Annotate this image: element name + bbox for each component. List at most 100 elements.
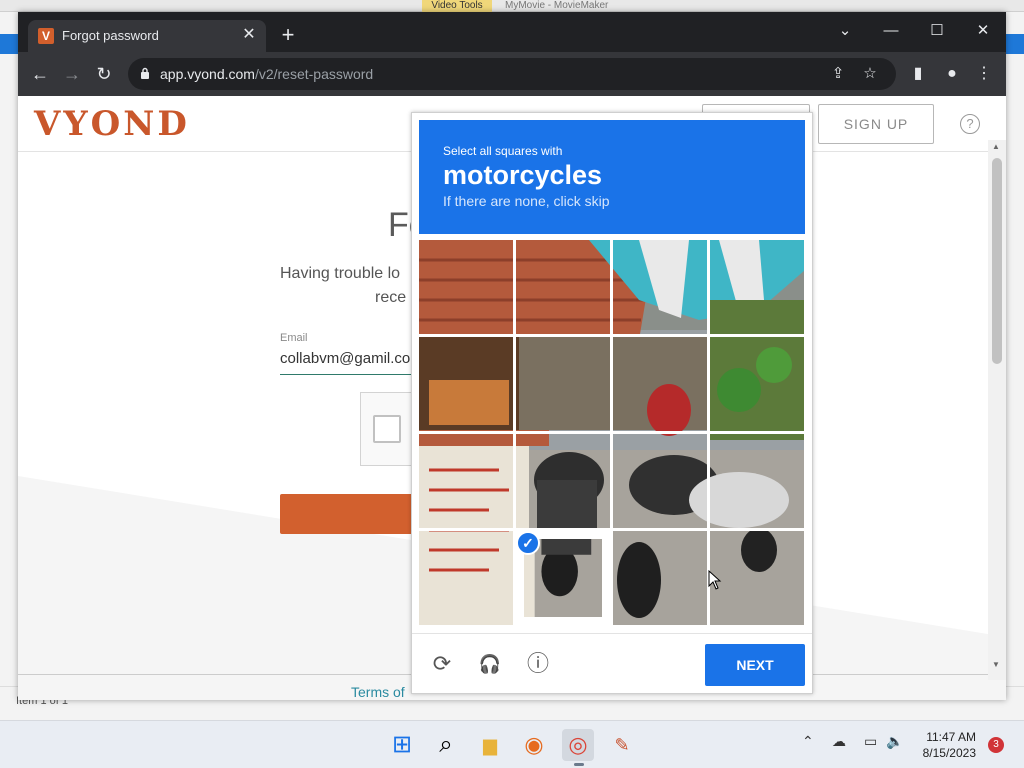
- lock-icon: [141, 67, 149, 79]
- profile-icon[interactable]: ●: [940, 62, 964, 86]
- terms-link[interactable]: Terms of: [351, 684, 405, 700]
- new-tab-button[interactable]: +: [276, 24, 300, 48]
- scroll-down-icon[interactable]: ▼: [992, 660, 1000, 669]
- captcha-footer: ⟳ 🎧 ⓘ NEXT: [412, 633, 812, 693]
- email-label: Email: [280, 332, 308, 344]
- windows-taskbar: ⊞ ⌕ ▆ ◉ ◎ ✎ ⌃ ☁ ▭ 🔈 11:47 AM 8/15/2023 3: [0, 720, 1024, 768]
- captcha-tile[interactable]: [419, 337, 513, 431]
- captcha-tile-image: [710, 531, 804, 625]
- maximize-button[interactable]: ☐: [922, 18, 952, 44]
- desktop-right-strip: [1006, 12, 1024, 720]
- onedrive-cloud-icon[interactable]: ☁: [832, 733, 846, 750]
- speaker-icon[interactable]: 🔈: [886, 733, 903, 750]
- captcha-tile[interactable]: [710, 337, 804, 431]
- search-icon[interactable]: ⌕: [430, 729, 462, 761]
- tab-strip: V Forgot password ✕ + ⌄ — ☐ ✕: [18, 12, 1006, 52]
- scroll-up-icon[interactable]: ▲: [992, 142, 1000, 151]
- chrome-taskbar-icon[interactable]: ◎: [562, 729, 594, 761]
- tab-close-icon[interactable]: ✕: [240, 26, 258, 44]
- share-icon[interactable]: ⇪: [828, 64, 848, 84]
- tab-title: Forgot password: [62, 28, 159, 43]
- back-button[interactable]: ←: [28, 62, 52, 86]
- captcha-tile[interactable]: [516, 240, 610, 334]
- help-icon[interactable]: ?: [960, 114, 980, 134]
- refresh-icon[interactable]: ⟳: [428, 650, 456, 678]
- next-button[interactable]: NEXT: [705, 644, 805, 686]
- captcha-tile-image: [710, 240, 804, 334]
- captcha-tile-image: [419, 337, 513, 431]
- scroll-thumb[interactable]: [992, 158, 1002, 364]
- tile-selected-check-icon: ✓: [516, 531, 540, 555]
- taskbar-clock[interactable]: 11:47 AM 8/15/2023: [908, 729, 976, 761]
- captcha-tile-image: [710, 337, 804, 431]
- url-text: app.vyond.com/v2/reset-password: [160, 66, 373, 82]
- captcha-tile-image: [419, 434, 513, 528]
- captcha-tile-image: [419, 531, 513, 625]
- network-icon[interactable]: ▭: [864, 733, 877, 750]
- desktop-ribbon: Video Tools MyMovie - MovieMaker: [0, 0, 1024, 12]
- bookmark-star-icon[interactable]: ☆: [860, 64, 880, 84]
- notification-badge[interactable]: 3: [988, 737, 1004, 753]
- captcha-tile[interactable]: [710, 531, 804, 625]
- captcha-tile-image: [516, 240, 610, 334]
- address-bar[interactable]: app.vyond.com/v2/reset-password ⇪ ☆: [128, 58, 896, 90]
- firefox-icon[interactable]: ◉: [518, 729, 550, 761]
- captcha-tile[interactable]: [419, 434, 513, 528]
- captcha-tile-image: [710, 434, 804, 528]
- tab-forgot-password[interactable]: V Forgot password ✕: [28, 20, 266, 52]
- captcha-tile[interactable]: [516, 337, 610, 431]
- info-icon[interactable]: ⓘ: [524, 650, 552, 678]
- tab-search-chevron-icon[interactable]: ⌄: [830, 18, 860, 44]
- vyond-logo[interactable]: VYOND: [34, 104, 190, 144]
- start-windows-icon[interactable]: ⊞: [386, 729, 418, 761]
- clock-date: 8/15/2023: [922, 746, 976, 760]
- captcha-tile-image: [516, 434, 610, 528]
- captcha-tile[interactable]: [613, 337, 707, 431]
- captcha-tile[interactable]: [613, 434, 707, 528]
- clock-time: 11:47 AM: [926, 730, 976, 744]
- browser-toolbar: ← → ↻ app.vyond.com/v2/reset-password ⇪ …: [18, 52, 1006, 96]
- ribbon-tab-video-tools[interactable]: Video Tools: [422, 0, 492, 12]
- minimize-button[interactable]: —: [876, 18, 906, 44]
- page-scrollbar[interactable]: ▲ ▼: [988, 140, 1006, 680]
- captcha-tile[interactable]: [516, 434, 610, 528]
- close-window-button[interactable]: ✕: [968, 18, 998, 44]
- captcha-challenge: Select all squares with motorcycles If t…: [411, 112, 813, 694]
- captcha-tile-image: [613, 337, 707, 431]
- captcha-target: motorcycles: [443, 160, 603, 190]
- chrome-menu-icon[interactable]: ⋮: [972, 62, 996, 86]
- email-input[interactable]: collabvm@gamil.co: [280, 350, 410, 367]
- forward-button[interactable]: →: [60, 62, 84, 86]
- captcha-skip-hint: If there are none, click skip: [443, 193, 610, 209]
- signup-button[interactable]: SIGN UP: [818, 104, 934, 144]
- moviemaker-icon[interactable]: ✎: [606, 729, 638, 761]
- captcha-tile-image: [613, 531, 707, 625]
- ribbon-title: MyMovie - MovieMaker: [505, 0, 609, 11]
- url-path: /v2/reset-password: [254, 66, 374, 82]
- captcha-image-grid: ✓: [419, 240, 805, 626]
- captcha-tile-image: [613, 434, 707, 528]
- reload-button[interactable]: ↻: [92, 62, 116, 86]
- captcha-tile[interactable]: [710, 240, 804, 334]
- captcha-tile-image: [516, 337, 610, 431]
- captcha-tile[interactable]: [710, 434, 804, 528]
- vyond-favicon-icon: V: [38, 28, 54, 44]
- desktop-left-strip: [0, 12, 18, 720]
- captcha-header: Select all squares with motorcycles If t…: [419, 120, 805, 234]
- captcha-tile[interactable]: [613, 240, 707, 334]
- captcha-tile[interactable]: [419, 240, 513, 334]
- captcha-tile-image: [419, 240, 513, 334]
- recaptcha-checkbox[interactable]: [373, 415, 401, 443]
- captcha-tile[interactable]: ✓: [516, 531, 610, 625]
- headphones-icon[interactable]: 🎧: [476, 650, 504, 678]
- captcha-tile[interactable]: [613, 531, 707, 625]
- side-panel-icon[interactable]: ▮: [906, 62, 930, 86]
- desktop-right-accent: [1006, 34, 1024, 54]
- mouse-cursor-icon: [708, 570, 722, 590]
- file-explorer-icon[interactable]: ▆: [474, 729, 506, 761]
- captcha-tile[interactable]: [419, 531, 513, 625]
- active-app-indicator: [574, 763, 584, 766]
- show-hidden-icons-icon[interactable]: ⌃: [802, 733, 814, 750]
- captcha-tile-image: [613, 240, 707, 334]
- captcha-instruction: Select all squares with: [443, 144, 563, 158]
